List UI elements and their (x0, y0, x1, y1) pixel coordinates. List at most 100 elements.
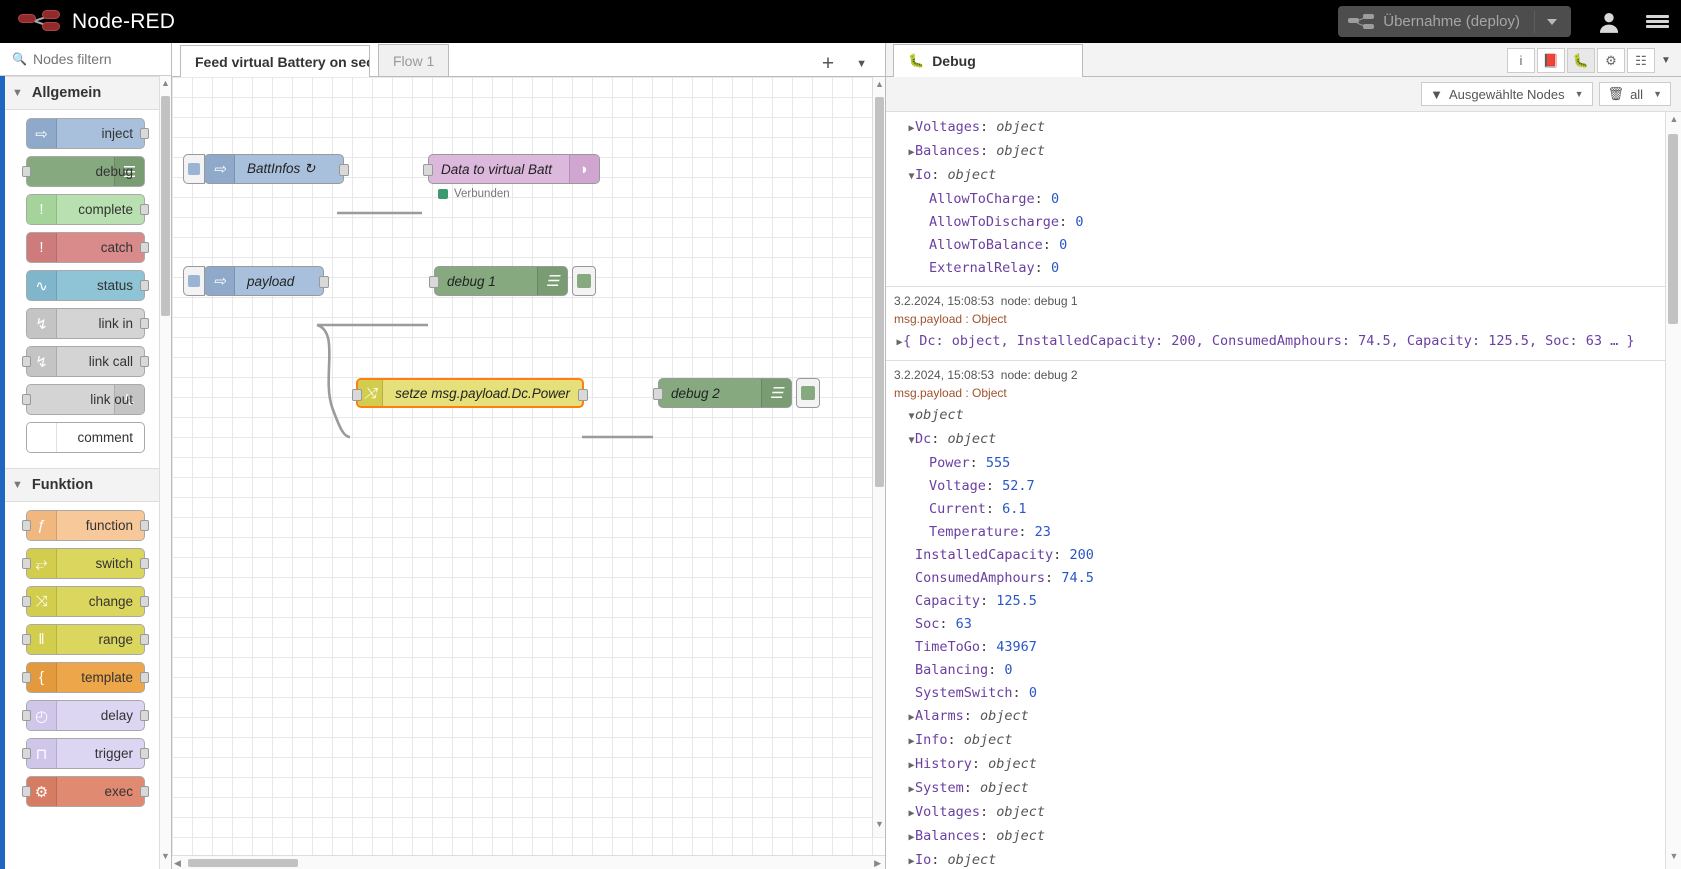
expand-toggle-icon[interactable]: ▶ (908, 143, 915, 162)
debug-vertical-scrollbar[interactable]: ▲ ▼ (1665, 112, 1681, 869)
clear-messages-button[interactable]: 🗑 all ▼ (1598, 82, 1671, 106)
debug-message[interactable]: ▶Voltages: object ▶Balances: object ▼Io: o… (886, 112, 1666, 287)
palette-node-switch[interactable]: ⥂ switch (22, 548, 149, 579)
flow-node-battinfos[interactable]: ⇨ BattInfos ↻ (183, 154, 349, 184)
expand-toggle-icon[interactable]: ▶ (908, 780, 915, 799)
debug-json-row[interactable]: ▶Balances: object (886, 140, 1666, 164)
debug-json-row[interactable]: AllowToCharge: 0 (886, 188, 1666, 211)
flow-node-data-to-virtual-batt[interactable]: Data to virtual Batt ◗ (423, 154, 600, 184)
debug-json-row[interactable]: ▶Voltages: object (886, 116, 1666, 140)
palette-search-row[interactable]: 🔍 (0, 43, 171, 76)
flow-tab-active[interactable]: Feed virtual Battery on seco (180, 45, 370, 77)
debug-json-row[interactable]: Voltage: 52.7 (886, 475, 1666, 498)
node-input-port[interactable] (22, 672, 31, 683)
node-output-port[interactable] (140, 242, 149, 253)
canvas-scroll-right-icon[interactable]: ▶ (874, 858, 881, 869)
node-input-port[interactable] (429, 276, 439, 288)
tab-debug[interactable]: 🐛 Debug (893, 44, 1083, 77)
node-input-port[interactable] (22, 710, 31, 721)
flow-node-payload-inject[interactable]: ⇨ payload (183, 266, 329, 296)
info-tab-button[interactable]: i (1507, 48, 1535, 73)
debug-json-row[interactable]: ▼Io: object (886, 164, 1666, 188)
node-input-port[interactable] (22, 558, 31, 569)
debug-json-row[interactable]: ConsumedAmphours: 74.5 (886, 567, 1666, 590)
node-inject-button[interactable] (183, 154, 205, 184)
canvas-vscroll-thumb[interactable] (875, 97, 884, 487)
sidebar-tools-chevron-down-icon[interactable]: ▼ (1657, 48, 1675, 73)
hamburger-menu-icon[interactable] (1633, 0, 1681, 43)
user-account-icon[interactable] (1585, 0, 1633, 43)
node-input-port[interactable] (22, 596, 31, 607)
node-debug-toggle-button[interactable] (572, 266, 596, 296)
node-input-port[interactable] (22, 786, 31, 797)
node-output-port[interactable] (140, 634, 149, 645)
palette-scroll-thumb[interactable] (161, 96, 170, 316)
canvas-scroll-left-icon[interactable]: ◀ (174, 858, 181, 869)
flow-node-debug-1[interactable]: debug 1 ☰ (429, 266, 568, 296)
node-input-port[interactable] (22, 520, 31, 531)
node-output-port[interactable] (140, 520, 149, 531)
expand-toggle-icon[interactable]: ▶ (908, 756, 915, 775)
debug-json-row[interactable]: TimeToGo: 43967 (886, 636, 1666, 659)
plus-icon[interactable]: + (812, 52, 844, 76)
node-output-port[interactable] (140, 318, 149, 329)
node-debug-toggle-button[interactable] (796, 378, 820, 408)
debug-json-row[interactable]: SystemSwitch: 0 (886, 682, 1666, 705)
context-tab-button[interactable]: ☷ (1627, 48, 1655, 73)
expand-toggle-icon[interactable]: ▶ (908, 852, 915, 869)
debug-tab-button[interactable]: 🐛 (1567, 48, 1595, 73)
palette-node-range[interactable]: ‖ range (22, 624, 149, 655)
palette-node-debug[interactable]: debug ☰ (22, 156, 145, 187)
palette-node-link-in[interactable]: ↯ link in (26, 308, 149, 339)
debug-json-row[interactable]: ▼Dc: object (886, 428, 1666, 452)
expand-toggle-icon[interactable]: ▶ (908, 804, 915, 823)
chevron-down-icon[interactable]: ▼ (1653, 89, 1662, 99)
debug-json-row[interactable]: ▶Io: object (886, 849, 1666, 869)
node-input-port[interactable] (22, 748, 31, 759)
palette-node-link-call[interactable]: ↯ link call (22, 346, 149, 377)
debug-json-row[interactable]: ▶System: object (886, 777, 1666, 801)
palette-node-comment[interactable]: ○ comment (26, 422, 145, 453)
chevron-down-icon[interactable]: ▼ (1575, 89, 1584, 99)
debug-json-row[interactable]: Soc: 63 (886, 613, 1666, 636)
expand-toggle-icon[interactable]: ▶ (908, 119, 915, 138)
debug-json-row[interactable]: AllowToBalance: 0 (886, 234, 1666, 257)
expand-toggle-icon[interactable]: ▶ (908, 708, 915, 727)
palette-node-template[interactable]: {template (22, 662, 149, 693)
node-input-port[interactable] (653, 388, 663, 400)
palette-scroll-down-icon[interactable]: ▼ (161, 851, 170, 865)
node-output-port[interactable] (140, 748, 149, 759)
canvas-hscroll-thumb[interactable] (188, 859, 298, 867)
debug-message-list[interactable]: ▶Voltages: object ▶Balances: object ▼Io: o… (886, 112, 1666, 869)
canvas-scroll-down-icon[interactable]: ▼ (875, 819, 884, 833)
debug-json-row[interactable]: ExternalRelay: 0 (886, 257, 1666, 280)
debug-json-row[interactable]: ▶History: object (886, 753, 1666, 777)
node-input-port[interactable] (22, 634, 31, 645)
flow-node-debug-2[interactable]: debug 2 ☰ (653, 378, 792, 408)
flow-tab-flow1[interactable]: Flow 1 (378, 44, 450, 76)
debug-json-row[interactable]: ▶Voltages: object (886, 801, 1666, 825)
node-output-port[interactable] (140, 280, 149, 291)
node-output-port[interactable] (140, 710, 149, 721)
deploy-dropdown-caret[interactable] (1534, 10, 1567, 33)
flow-node-change-node[interactable]: ⤨ setze msg.payload.Dc.Power (352, 378, 588, 408)
node-input-port[interactable] (22, 356, 31, 367)
debug-scroll-up-icon[interactable]: ▲ (1669, 114, 1679, 128)
node-input-port[interactable] (423, 164, 433, 176)
help-tab-button[interactable]: 📕 (1537, 48, 1565, 73)
debug-json-row[interactable]: InstalledCapacity: 200 (886, 544, 1666, 567)
node-output-port[interactable] (140, 786, 149, 797)
chevron-down-icon[interactable]: ▼ (846, 58, 877, 70)
config-tab-button[interactable]: ⚙ (1597, 48, 1625, 73)
flow-canvas[interactable]: ⇨ BattInfos ↻ Data to virtual Batt ◗ Verbund… (172, 77, 885, 869)
palette-node-link-out[interactable]: link out ↯ (22, 384, 145, 415)
debug-message[interactable]: 3.2.2024, 15:08:53 node: debug 1 msg.payl… (886, 287, 1666, 361)
filter-selected-nodes-button[interactable]: ▼ Ausgewählte Nodes ▼ (1421, 82, 1593, 106)
palette-node-change[interactable]: ⤨ change (22, 586, 149, 617)
node-output-port[interactable] (140, 128, 149, 139)
expand-toggle-icon[interactable]: ▶ (896, 333, 903, 352)
debug-json-row[interactable]: ▶Info: object (886, 729, 1666, 753)
node-output-port[interactable] (319, 276, 329, 288)
palette-node-inject[interactable]: ⇨ inject (26, 118, 149, 149)
node-output-port[interactable] (140, 356, 149, 367)
